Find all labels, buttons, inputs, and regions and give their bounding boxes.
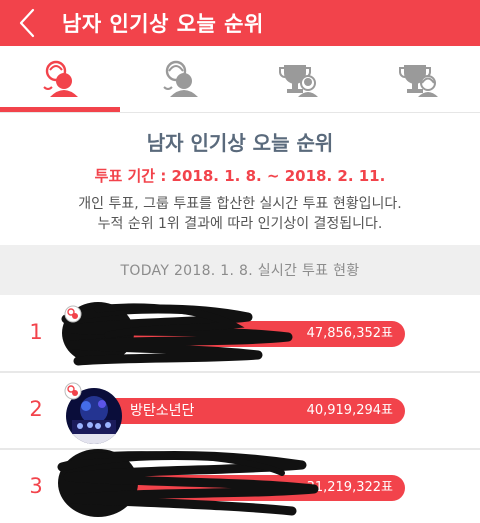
rank-number: 3 <box>29 474 43 498</box>
vote-bar: 방탄소년단 40,919,294표 <box>100 398 405 424</box>
ranking-row[interactable]: 1 47,856,352표 <box>0 297 480 371</box>
today-label: TODAY 2018. 1. 8. 실시간 투표 현황 <box>120 263 360 279</box>
description-line-1: 개인 투표, 그룹 투표를 합산한 실시간 투표 현황입니다. <box>78 196 402 212</box>
ranking-title: 남자 인기상 오늘 순위 <box>146 131 334 155</box>
tab-male-group-award[interactable] <box>240 46 360 112</box>
rank-number: 1 <box>29 320 43 344</box>
ranking-row[interactable]: 3 31,219,322표 <box>0 449 480 523</box>
ranking-row[interactable]: 2 방탄소년단 40,919,294표 <box>0 374 480 448</box>
male-popularity-icon <box>43 60 78 97</box>
vote-count: 40,919,294표 <box>306 403 393 418</box>
award-badge-icon <box>64 305 82 323</box>
ranking-info: 남자 인기상 오늘 순위 투표 기간 : 2018. 1. 8. ~ 2018.… <box>0 113 480 245</box>
vote-count: 47,856,352표 <box>306 326 393 341</box>
rank-number: 2 <box>29 397 43 421</box>
group-trophy-icon <box>279 65 318 97</box>
tab-female-popularity[interactable] <box>120 46 240 112</box>
top-bar: 남자 인기상 오늘 순위 <box>0 0 480 46</box>
award-badge-icon <box>64 382 82 400</box>
artist-name: 방탄소년단 <box>130 403 195 419</box>
tab-male-popularity[interactable] <box>0 46 120 112</box>
description-line-2: 누적 순위 1위 결과에 따라 인기상이 결정됩니다. <box>97 216 383 232</box>
vote-period: 투표 기간 : 2018. 1. 8. ~ 2018. 2. 11. <box>94 167 386 185</box>
chevron-left-icon <box>19 8 35 38</box>
tab-female-group-award[interactable] <box>360 46 480 112</box>
today-header: TODAY 2018. 1. 8. 실시간 투표 현황 <box>0 245 480 295</box>
female-popularity-icon <box>163 60 198 97</box>
back-button[interactable] <box>0 0 54 46</box>
redacted-avatar <box>61 302 293 366</box>
page-title: 남자 인기상 오늘 순위 <box>62 12 264 36</box>
ranking-description: 개인 투표, 그룹 투표를 합산한 실시간 투표 현황입니다. 누적 순위 1위… <box>0 194 480 234</box>
award-tabs <box>0 46 480 112</box>
row-divider <box>0 371 480 373</box>
group-trophy-female-icon <box>399 65 438 97</box>
redacted-avatar <box>57 449 319 517</box>
